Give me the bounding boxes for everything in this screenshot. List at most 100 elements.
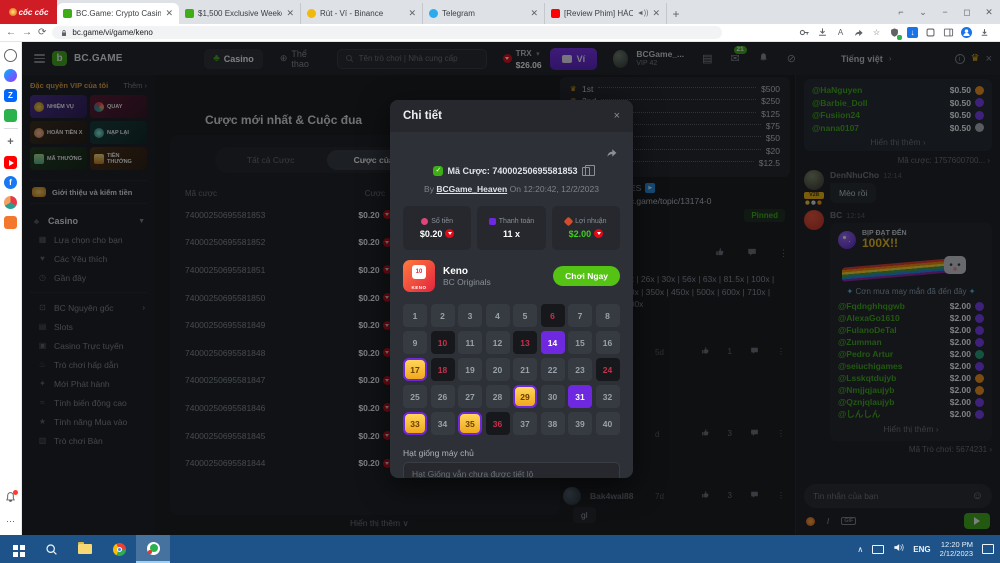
tab-close-icon[interactable]: ✕ <box>408 8 416 19</box>
sidebar-app-icon[interactable]: + <box>4 136 17 149</box>
trx-coin-icon <box>594 229 603 238</box>
reload-button[interactable]: ⟳ <box>38 26 46 40</box>
tab-close-icon[interactable]: ✕ <box>165 8 173 19</box>
keno-cell: 7 <box>568 304 592 327</box>
keno-cell: 27 <box>458 385 482 408</box>
keno-cell: 13 <box>513 331 537 354</box>
tray-network-icon[interactable] <box>872 545 884 554</box>
keno-cell: 18 <box>431 358 455 381</box>
minimize-button[interactable]: − <box>934 0 956 24</box>
taskbar-search-button[interactable] <box>34 535 68 563</box>
stat-value: $2.00 <box>569 229 592 239</box>
keno-game-icon[interactable]: 10KENO <box>403 260 435 292</box>
downloads-icon[interactable] <box>979 27 990 38</box>
tab-favicon <box>551 9 560 18</box>
keno-cell: 32 <box>596 385 620 408</box>
bet-author-link[interactable]: BCGame_Heaven <box>436 184 507 194</box>
browser-tab-bar: cốc cốc BC.Game: Crypto Casino Gan ✕ $1,… <box>0 0 1000 24</box>
keno-cell: 40 <box>596 412 620 435</box>
game-name: Keno <box>443 266 491 277</box>
key-icon[interactable] <box>799 27 810 38</box>
keno-cell: 39 <box>568 412 592 435</box>
tray-expand-icon[interactable]: ∧ <box>857 545 863 554</box>
coccoc-mascot-icon <box>9 8 17 16</box>
browser-tab[interactable]: $1,500 Exclusive Weekend K ✕ <box>179 3 301 24</box>
keno-cell: 9 <box>403 331 427 354</box>
lock-icon <box>60 29 68 37</box>
browser-tab[interactable]: Telegram ✕ <box>423 3 545 24</box>
modal-title: Chi tiết <box>403 110 614 122</box>
coccoc-brand[interactable]: cốc cốc <box>0 0 57 24</box>
stat-icon <box>564 216 574 226</box>
sidebar-more-icon[interactable]: ⋯ <box>0 516 22 527</box>
new-tab-button[interactable]: + <box>667 6 685 24</box>
forward-button[interactable]: → <box>22 26 32 40</box>
close-button[interactable]: ✕ <box>978 0 1000 24</box>
sidebar-toggle-icon[interactable] <box>943 27 954 38</box>
modal-close-icon[interactable]: × <box>614 110 620 122</box>
tab-close-icon[interactable]: ✕ <box>530 8 538 19</box>
copy-icon[interactable] <box>582 167 590 176</box>
keno-grid: 1234567891011121314151617181920212223242… <box>403 304 620 435</box>
tab-audio-icon[interactable]: ◄)) <box>637 10 649 17</box>
sidebar-app-icon[interactable] <box>4 49 17 62</box>
play-now-button[interactable]: Chơi Ngay <box>553 266 620 286</box>
tab-close-icon[interactable]: ✕ <box>652 8 660 19</box>
stat-icon <box>421 218 428 225</box>
share-icon[interactable] <box>853 27 864 38</box>
browser-tab[interactable]: [Review Phim] HÀO QUA ◄)) ✕ <box>545 3 667 24</box>
sidebar-app-icon[interactable] <box>4 69 17 82</box>
profile-icon[interactable] <box>961 27 972 38</box>
chrome-button[interactable] <box>102 535 136 563</box>
sidebar-app-icon[interactable] <box>4 216 17 229</box>
start-button[interactable] <box>0 535 34 563</box>
sidebar-app-icon[interactable]: f <box>4 176 17 189</box>
tab-title: Rút - Ví - Binance <box>320 9 404 18</box>
notification-bell-icon[interactable] <box>4 491 17 509</box>
tab-favicon <box>429 9 438 18</box>
share-icon[interactable] <box>605 146 618 164</box>
keno-cell: 1 <box>403 304 427 327</box>
file-explorer-button[interactable] <box>68 535 102 563</box>
browser-tab[interactable]: Rút - Ví - Binance ✕ <box>301 3 423 24</box>
reader-mode-icon[interactable]: ⌐ <box>890 0 912 24</box>
bet-id-text: Mã Cược: 74000250695581853 <box>447 166 577 176</box>
download-manager-icon[interactable]: ↓ <box>907 27 918 38</box>
url-box[interactable]: bc.game/vi/game/keno <box>52 26 722 39</box>
tab-close-icon[interactable]: ✕ <box>286 8 294 19</box>
bet-datetime: 12:20:42, 12/2/2023 <box>523 184 599 194</box>
translate-icon[interactable]: A <box>835 27 846 38</box>
tray-clock[interactable]: 12:20 PM 2/12/2023 <box>940 540 973 558</box>
keno-cell: 17 <box>403 358 427 381</box>
tray-volume-icon[interactable] <box>893 540 904 558</box>
action-center-icon[interactable] <box>982 544 994 554</box>
browser-tab[interactable]: BC.Game: Crypto Casino Gan ✕ <box>57 3 179 24</box>
sidebar-app-icon[interactable] <box>4 128 18 129</box>
address-bar: ← → ⟳ bc.game/vi/game/keno A ☆ ↓ <box>0 24 1000 42</box>
sidebar-app-icon[interactable] <box>4 109 17 122</box>
sidebar-app-icon[interactable] <box>4 196 17 209</box>
maximize-button[interactable]: ◻ <box>956 0 978 24</box>
extensions-icon[interactable] <box>925 27 936 38</box>
back-button[interactable]: ← <box>6 26 16 40</box>
sidebar-app-icon[interactable]: Z <box>4 89 17 102</box>
save-page-icon[interactable] <box>817 27 828 38</box>
stat-label: Thanh toán <box>499 218 534 225</box>
stat-value: 11 x <box>503 229 520 239</box>
coccoc-button[interactable] <box>136 535 170 563</box>
stat-icon <box>489 218 496 225</box>
bookmark-star-icon[interactable]: ☆ <box>871 27 882 38</box>
tray-language[interactable]: ENG <box>913 545 930 554</box>
keno-cell: 36 <box>486 412 510 435</box>
adblock-shield-icon[interactable] <box>889 27 900 38</box>
sidebar-app-icon[interactable] <box>4 156 17 169</box>
game-provider: BC Originals <box>443 277 491 287</box>
notification-dot <box>13 490 18 495</box>
tab-favicon <box>185 9 194 18</box>
url-text: bc.game/vi/game/keno <box>72 28 153 37</box>
tab-title: BC.Game: Crypto Casino Gan <box>76 9 161 18</box>
tab-search-icon[interactable]: ⌄ <box>912 0 934 24</box>
tab-title: $1,500 Exclusive Weekend K <box>198 9 282 18</box>
server-seed-value[interactable]: Hạt Giống vẫn chưa được tiết lộ <box>403 462 620 478</box>
keno-cell: 8 <box>596 304 620 327</box>
